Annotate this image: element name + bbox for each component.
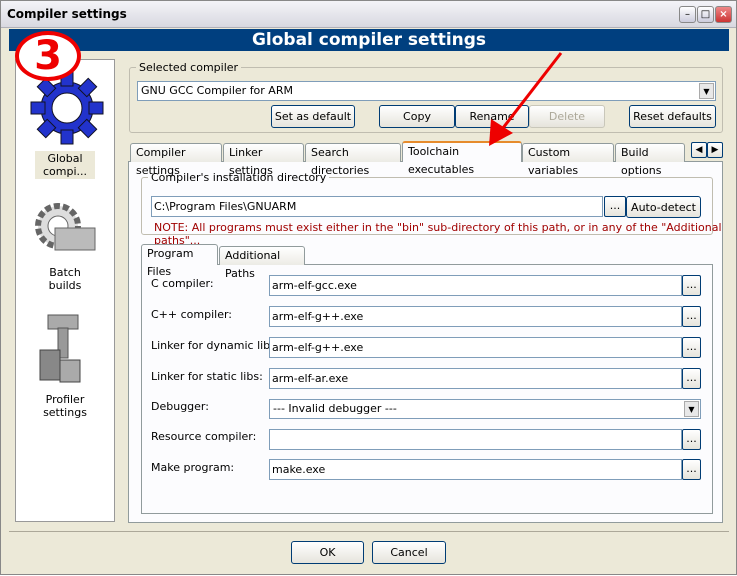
compiler-settings-window: Compiler settings – □ × Global compiler … bbox=[0, 0, 737, 575]
annotation-arrow-icon bbox=[489, 52, 563, 146]
